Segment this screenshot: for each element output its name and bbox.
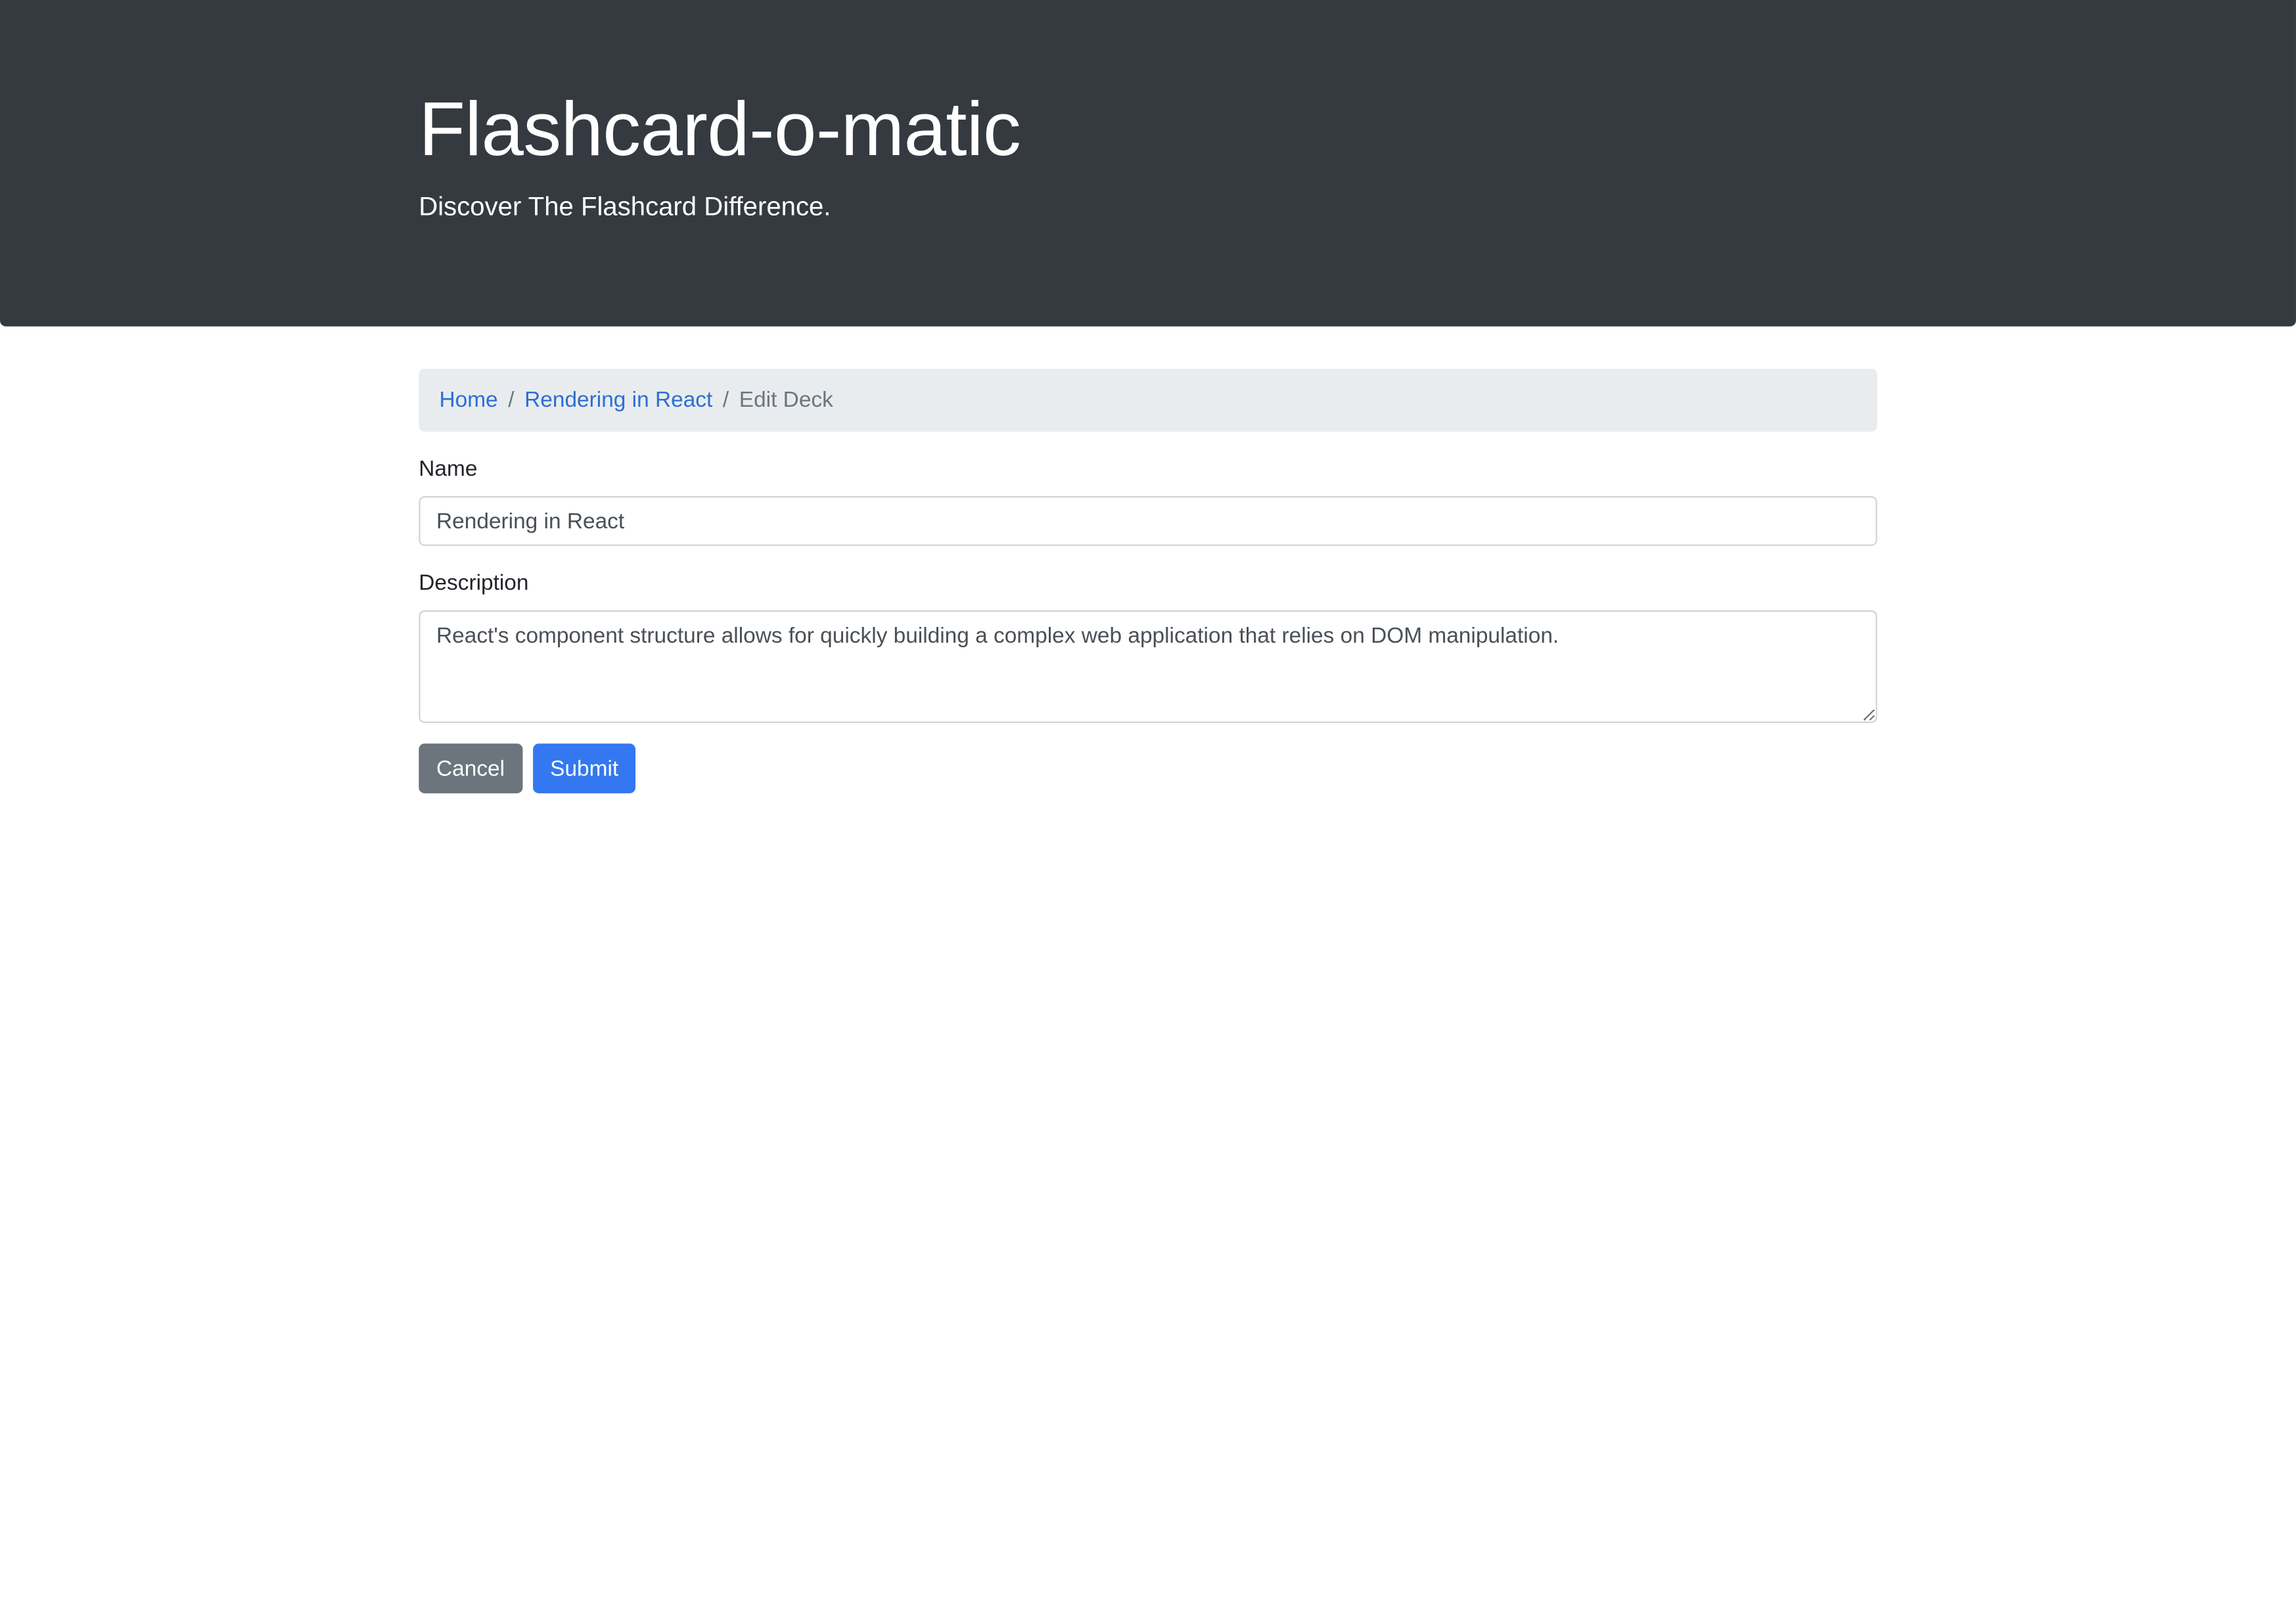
name-label: Name [419,456,478,482]
edit-deck-form: Name Description React's component struc… [419,455,1877,794]
form-actions: Cancel Submit [419,743,1877,794]
main-content: Home / Rendering in React / Edit Deck Na… [419,369,1877,794]
description-form-group: Description React's component structure … [419,569,1877,724]
breadcrumb-current-page: Edit Deck [739,388,833,413]
header-content: Flashcard-o-matic Discover The Flashcard… [419,82,1021,224]
description-label: Description [419,570,529,596]
breadcrumb-home-link[interactable]: Home [439,388,497,413]
breadcrumb: Home / Rendering in React / Edit Deck [419,369,1877,432]
name-form-group: Name [419,455,1877,546]
app-subtitle: Discover The Flashcard Difference. [419,191,831,221]
submit-button[interactable]: Submit [532,743,636,794]
name-input[interactable] [419,496,1877,546]
header-jumbotron: Flashcard-o-matic Discover The Flashcard… [0,0,2296,327]
breadcrumb-separator: / [508,388,515,413]
app-title: Flashcard-o-matic [419,87,1021,173]
breadcrumb-separator: / [722,388,729,413]
description-textarea[interactable]: React's component structure allows for q… [419,610,1877,724]
breadcrumb-deck-link[interactable]: Rendering in React [524,388,712,413]
cancel-button[interactable]: Cancel [419,743,522,794]
app-page: Flashcard-o-matic Discover The Flashcard… [0,0,2296,1610]
